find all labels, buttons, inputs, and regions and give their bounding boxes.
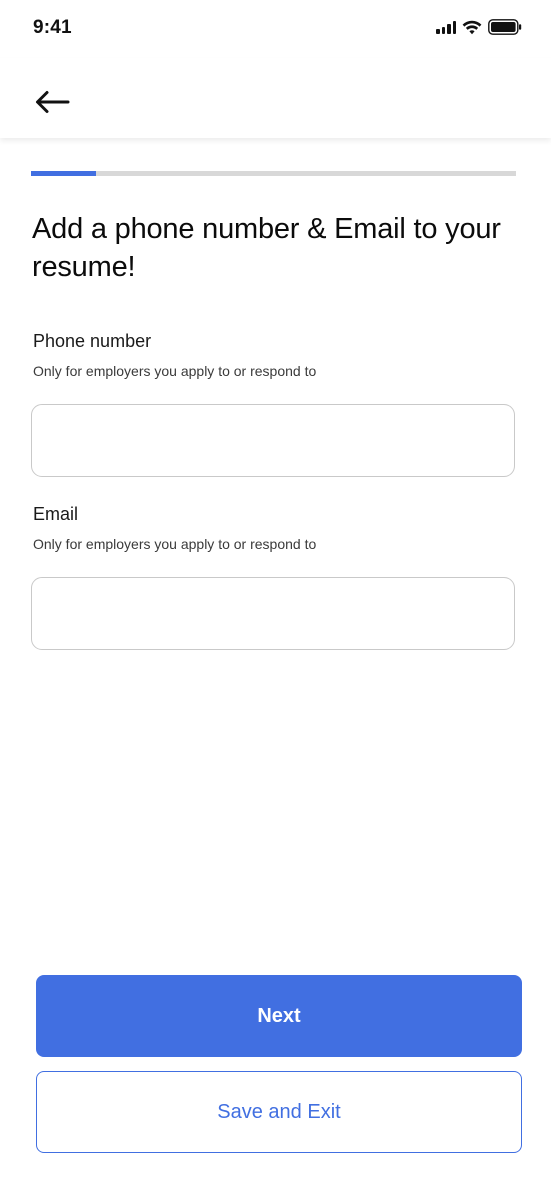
status-icons [436,19,522,35]
resume-contact-screen: 9:41 Add a phone number & Email to your … [0,0,551,1192]
wifi-icon [462,20,482,34]
save-and-exit-button[interactable]: Save and Exit [36,1071,522,1153]
cellular-signal-icon [436,20,456,34]
email-field-hint: Only for employers you apply to or respo… [33,536,317,552]
progress-bar [31,171,516,176]
back-button[interactable] [34,86,78,118]
status-bar: 9:41 [0,0,551,58]
email-field-label: Email [33,504,79,524]
status-time: 9:41 [33,17,72,38]
top-nav-header [0,58,551,138]
phone-field-label: Phone number [33,331,152,351]
arrow-left-icon [36,91,70,113]
battery-icon [488,19,522,35]
next-button[interactable]: Next [36,975,522,1057]
email-input[interactable] [31,577,515,650]
progress-bar-fill [31,171,97,176]
page-title: Add a phone number & Email to your resum… [32,213,501,283]
phone-field-hint: Only for employers you apply to or respo… [33,363,317,379]
phone-number-input[interactable] [31,404,515,477]
